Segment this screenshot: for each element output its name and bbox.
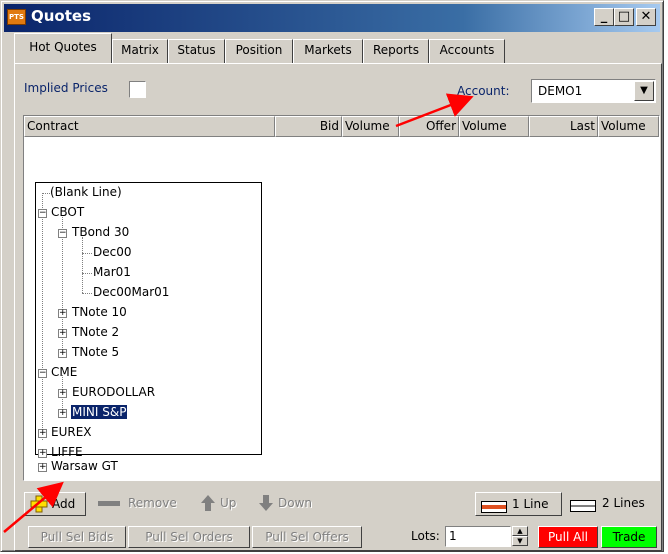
arrow-to-add (3, 481, 64, 533)
arrow-to-account (395, 93, 474, 128)
annotation-arrows (3, 93, 474, 533)
tab-hot-quotes[interactable]: Hot Quotes (14, 33, 112, 63)
